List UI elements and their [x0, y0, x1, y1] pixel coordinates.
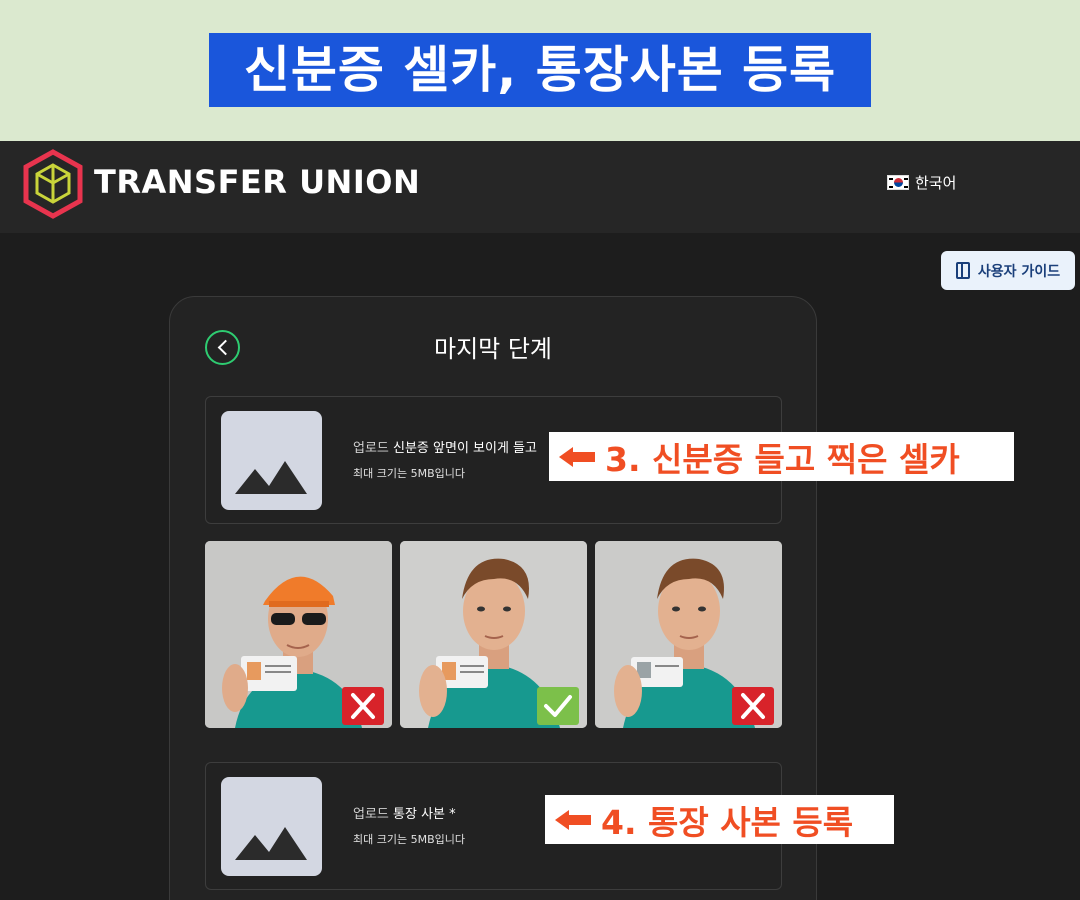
upload-prefix: 업로드: [353, 807, 394, 822]
annotation-step4: 4. 통장 사본 등록: [545, 795, 894, 844]
language-selector[interactable]: 한국어: [887, 172, 956, 193]
banner-title: 신분증 셀카, 통장사본 등록: [209, 33, 871, 107]
selfie-upload-label: 업로드 신분증 앞면이 보이게 들고: [353, 437, 537, 456]
selfie-upload-hint: 최대 크기는 5MB입니다: [353, 467, 465, 480]
bank-upload-hint: 최대 크기는 5MB입니다: [353, 833, 465, 846]
upload-prefix: 업로드: [353, 441, 394, 456]
example-photo-wrong-cap-sunglasses: [205, 541, 392, 728]
annotation-step3: 3. 신분증 들고 찍은 셀카: [549, 432, 1014, 481]
book-icon: [955, 262, 970, 279]
bank-upload-label: 업로드 통장 사본 *: [353, 803, 456, 822]
image-placeholder-icon: [221, 411, 322, 510]
check-icon: [537, 687, 579, 725]
arrow-left-icon: [555, 809, 591, 830]
image-placeholder-icon: [221, 777, 322, 876]
selfie-upload-title: 신분증 앞면이 보이게 들고: [393, 441, 537, 456]
x-icon: [732, 687, 774, 725]
korea-flag-icon: [887, 175, 909, 190]
brand-name[interactable]: TRANSFER UNION: [94, 163, 420, 201]
brand-logo-icon[interactable]: [22, 149, 84, 219]
user-guide-label: 사용자 가이드: [977, 263, 1061, 280]
card-title: 마지막 단계: [433, 335, 553, 363]
instruction-banner: 신분증 셀카, 통장사본 등록: [0, 0, 1080, 141]
language-label: 한국어: [915, 174, 957, 192]
x-icon: [342, 687, 384, 725]
selfie-examples: [205, 541, 782, 728]
example-photo-correct: [400, 541, 587, 728]
arrow-left-icon: [559, 446, 595, 467]
annotation-step3-text: 3. 신분증 들고 찍은 셀카: [605, 439, 960, 479]
bank-upload-title: 통장 사본 *: [393, 807, 456, 822]
annotation-step4-text: 4. 통장 사본 등록: [601, 802, 854, 842]
user-guide-button[interactable]: 사용자 가이드: [941, 251, 1075, 290]
top-navigation-bar: TRANSFER UNION 한국어: [0, 141, 1080, 233]
example-photo-wrong-covered: [595, 541, 782, 728]
